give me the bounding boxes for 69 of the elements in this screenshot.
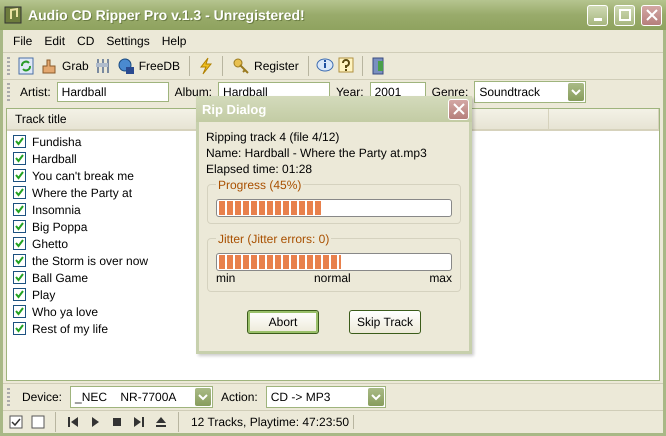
close-button[interactable] [641,4,662,26]
freedb-button[interactable]: FreeDB [114,55,182,77]
check-all-icon[interactable] [7,413,25,431]
checkbox[interactable] [13,322,26,335]
field-label: Artist: [20,85,51,99]
checkbox[interactable] [13,169,26,182]
track-title[interactable]: Where the Party at [32,186,132,200]
globe-icon [116,57,135,75]
menu-item[interactable]: Edit [38,32,72,50]
genre-dropdown[interactable]: Soundtrack [474,81,586,103]
group-label: Jitter (Jitter errors: 0) [216,232,332,246]
field-label: Album: [174,85,212,99]
key-icon [232,57,250,75]
action-dropdown[interactable]: CD -> MP3 [266,386,386,408]
close-button[interactable] [448,98,469,120]
checkbox[interactable] [13,220,26,233]
close-icon [646,9,658,21]
hand-icon [40,57,58,75]
track-title[interactable]: Rest of my life [32,322,108,336]
status-text: 12 Tracks, Playtime: 47:23:50 [187,415,354,429]
track-title[interactable]: Ghetto [32,236,68,250]
dialog-title: Rip Dialog [202,102,266,116]
menu-item[interactable]: Settings [100,32,156,50]
menu-item[interactable]: File [7,32,38,50]
register-button[interactable]: Register [230,55,301,77]
maximize-icon [618,9,630,21]
group-label: Progress (45%) [216,178,304,192]
checkbox[interactable] [13,135,26,148]
checkbox[interactable] [13,237,26,250]
track-title[interactable]: the Storm is over now [32,254,148,268]
artist-field[interactable]: Hardball [56,82,169,102]
grab-button[interactable]: Grab [38,55,91,77]
track-title[interactable]: Play [32,288,56,302]
field-label: Action: [221,390,258,404]
status-line: Name: Hardball - Where the Party at.mp3 [206,146,428,160]
close-icon [452,103,464,115]
checkbox[interactable] [13,152,26,165]
refresh-icon[interactable] [17,57,35,75]
scale-label: min [216,271,236,285]
checkbox[interactable] [13,186,26,199]
track-title[interactable]: Big Poppa [32,220,88,234]
scale-label: normal [314,271,351,285]
dialog-button[interactable]: Skip Track [349,310,421,334]
track-title[interactable]: You can't break me [32,168,134,182]
track-title[interactable]: Insomnia [32,202,81,216]
checkbox[interactable] [13,305,26,318]
field-label: Genre: [432,85,468,99]
app-icon [4,6,22,24]
help-icon[interactable] [336,57,355,75]
checkbox[interactable] [13,288,26,301]
status-line: Elapsed time: 01:28 [206,162,314,176]
uncheck-all-icon[interactable] [29,413,47,431]
track-title[interactable]: Hardball [32,152,77,166]
checkbox[interactable] [13,271,26,284]
track-title[interactable]: Ball Game [32,270,88,284]
track-title[interactable]: Who ya love [32,304,98,318]
track-title[interactable]: Fundisha [32,134,82,148]
menu-item[interactable]: CD [71,32,100,50]
field-label: Device: [22,390,62,404]
device-dropdown[interactable]: _NEC NR-7700A [70,386,214,408]
checkbox[interactable] [13,254,26,267]
dialog-button[interactable]: Abort [247,310,319,334]
window-title: Audio CD Ripper Pro v.1.3 - Unregistered! [28,7,306,23]
scale-label: max [429,271,452,285]
field-label: Year: [336,85,364,99]
status-line: Ripping track 4 (file 4/12) [206,130,340,144]
menu-item[interactable]: Help [156,32,192,50]
minimize-icon [594,18,602,20]
checkbox[interactable] [13,203,26,216]
